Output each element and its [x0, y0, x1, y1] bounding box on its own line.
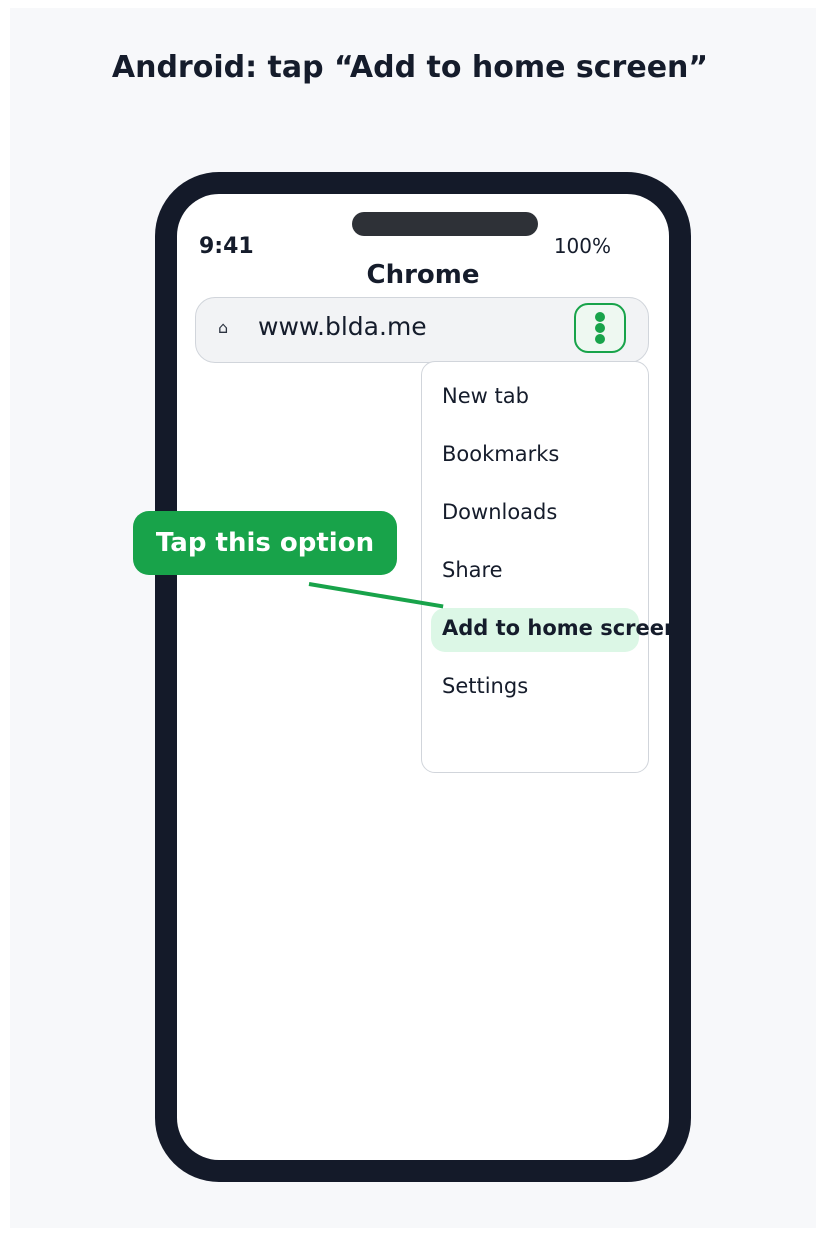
- callout-badge: Tap this option: [133, 511, 397, 575]
- status-time: 9:41: [199, 234, 254, 259]
- menu-item-share[interactable]: Share: [442, 558, 503, 582]
- menu-item-settings[interactable]: Settings: [442, 674, 528, 698]
- menu-item-downloads[interactable]: Downloads: [442, 500, 557, 524]
- phone-notch: [352, 212, 538, 236]
- status-battery: 100%: [553, 234, 611, 258]
- overflow-menu: New tab Bookmarks Downloads Share Add to…: [421, 361, 669, 773]
- menu-item-new-tab[interactable]: New tab: [442, 384, 529, 408]
- kebab-dot: [595, 312, 605, 322]
- instruction-headline: Android: tap “Add to home screen”: [111, 50, 709, 85]
- kebab-dot: [595, 334, 605, 344]
- app-title: Chrome: [366, 260, 480, 290]
- home-icon[interactable]: ⌂: [218, 318, 228, 337]
- phone-screen: 9:41 100% Chrome ⌂ www.blda.me New tab B…: [177, 194, 669, 1160]
- phone-frame: 9:41 100% Chrome ⌂ www.blda.me New tab B…: [155, 172, 691, 1182]
- menu-item-add-to-home-screen[interactable]: Add to home screen: [442, 616, 669, 640]
- kebab-dot: [595, 323, 605, 333]
- menu-item-bookmarks[interactable]: Bookmarks: [442, 442, 559, 466]
- address-bar[interactable]: ⌂ www.blda.me: [195, 297, 649, 363]
- kebab-menu-icon[interactable]: [574, 303, 626, 353]
- url-text[interactable]: www.blda.me: [258, 312, 427, 341]
